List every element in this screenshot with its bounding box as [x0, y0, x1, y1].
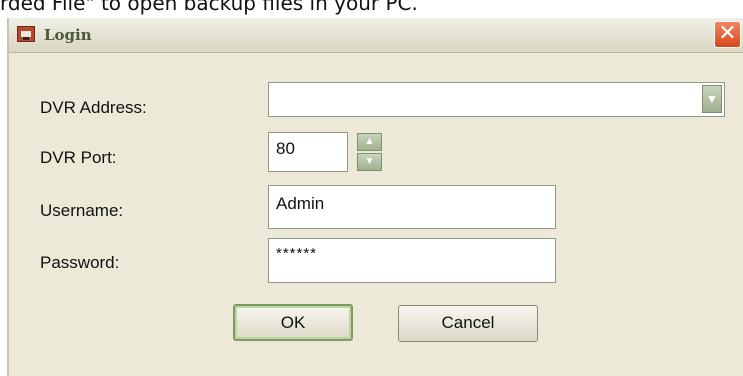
app-icon [17, 26, 35, 42]
dvr-port-label: DVR Port: [40, 148, 117, 167]
login-dialog: Login ✕ DVR Address: ▼ DVR Port: 80 ▲ ▼ … [7, 18, 743, 376]
dvr-address-combobox[interactable]: ▼ [268, 82, 725, 117]
close-button[interactable]: ✕ [714, 21, 741, 48]
cancel-button[interactable]: Cancel [398, 305, 538, 342]
title-bar[interactable]: Login ✕ [9, 18, 743, 53]
window-title: Login [44, 26, 92, 44]
username-label: Username: [40, 201, 124, 220]
dvr-port-input[interactable]: 80 [268, 132, 348, 172]
ok-button[interactable]: OK [233, 304, 353, 341]
background-text: rded File" to open backup files in your … [0, 0, 418, 15]
password-label: Password: [40, 253, 120, 272]
username-input[interactable]: Admin [268, 185, 556, 229]
spin-up-icon[interactable]: ▲ [357, 133, 382, 151]
chevron-down-icon[interactable]: ▼ [702, 85, 722, 113]
spin-down-icon[interactable]: ▼ [357, 153, 382, 171]
dvr-address-label: DVR Address: [40, 98, 147, 117]
password-input[interactable]: ****** [268, 238, 556, 283]
dvr-port-stepper: ▲ ▼ [357, 133, 384, 172]
